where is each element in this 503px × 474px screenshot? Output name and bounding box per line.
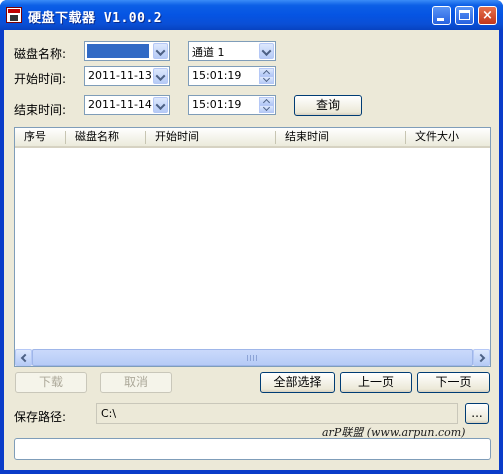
table-header: 序号 磁盘名称 开始时间 结束时间 文件大小 <box>15 128 490 148</box>
end-time-value: 15:01:19 <box>192 98 242 111</box>
browse-button[interactable]: ... <box>465 403 489 424</box>
spin-buttons <box>259 68 274 84</box>
column-separator <box>405 131 406 144</box>
scroll-right-icon[interactable] <box>473 349 490 366</box>
chevron-down-icon[interactable] <box>153 97 168 113</box>
query-button[interactable]: 查询 <box>294 95 362 116</box>
maximize-button[interactable] <box>455 6 474 25</box>
start-time-value: 15:01:19 <box>192 69 242 82</box>
watermark-text: arP联盟 (www.arpun.com) <box>322 426 466 439</box>
spin-down-icon[interactable] <box>259 105 274 113</box>
end-time-label: 结束时间: <box>14 103 67 117</box>
spin-buttons <box>259 97 274 113</box>
column-header-disk-name[interactable]: 磁盘名称 <box>75 128 145 146</box>
scrollbar-thumb[interactable] <box>32 349 473 366</box>
download-button[interactable]: 下载 <box>15 372 87 393</box>
end-date-value: 2011-11-14 <box>88 98 152 111</box>
select-all-button[interactable]: 全部选择 <box>260 372 335 393</box>
chevron-down-icon[interactable] <box>153 68 168 84</box>
status-bar <box>14 438 491 460</box>
app-icon <box>6 7 22 23</box>
column-header-index[interactable]: 序号 <box>24 128 64 146</box>
chevron-down-icon[interactable] <box>259 43 274 59</box>
next-page-button[interactable]: 下一页 <box>417 372 490 393</box>
start-time-label: 开始时间: <box>14 72 67 86</box>
prev-page-button[interactable]: 上一页 <box>340 372 412 393</box>
scroll-left-icon[interactable] <box>15 349 32 366</box>
close-button[interactable]: × <box>478 6 497 25</box>
title-bar[interactable]: 硬盘下载器 V1.00.2 × <box>0 0 503 30</box>
client-area: 磁盘名称: 通道 1 开始时间: 2011-11-13 15:01:19 结束时… <box>4 30 499 470</box>
save-path-value: C:\ <box>101 407 117 420</box>
disk-name-value <box>87 44 149 58</box>
end-time-spinner[interactable]: 15:01:19 <box>188 95 276 115</box>
column-separator <box>65 131 66 144</box>
column-separator <box>275 131 276 144</box>
chevron-down-icon[interactable] <box>153 43 168 59</box>
column-header-file-size[interactable]: 文件大小 <box>415 128 485 146</box>
channel-value: 通道 1 <box>192 46 225 59</box>
save-path-field[interactable]: C:\ <box>96 403 458 424</box>
spin-down-icon[interactable] <box>259 76 274 84</box>
grip-icon <box>247 355 257 361</box>
results-table[interactable]: 序号 磁盘名称 开始时间 结束时间 文件大小 <box>14 127 491 367</box>
minimize-button[interactable] <box>432 6 451 25</box>
column-header-end-time[interactable]: 结束时间 <box>285 128 395 146</box>
start-date-value: 2011-11-13 <box>88 69 152 82</box>
horizontal-scrollbar[interactable] <box>15 349 490 366</box>
end-date-picker[interactable]: 2011-11-14 <box>84 95 170 115</box>
column-header-start-time[interactable]: 开始时间 <box>155 128 265 146</box>
close-icon: × <box>482 8 493 23</box>
channel-select[interactable]: 通道 1 <box>188 41 276 61</box>
maximize-icon <box>459 10 470 20</box>
disk-name-select[interactable] <box>84 41 170 61</box>
start-time-spinner[interactable]: 15:01:19 <box>188 66 276 86</box>
window-title: 硬盘下载器 V1.00.2 <box>28 11 163 26</box>
disk-name-label: 磁盘名称: <box>14 47 67 61</box>
cancel-button[interactable]: 取消 <box>100 372 172 393</box>
app-window: 硬盘下载器 V1.00.2 × 磁盘名称: 通道 1 开始时间: 2011-11… <box>0 0 503 474</box>
save-path-label: 保存路径: <box>14 410 67 424</box>
start-date-picker[interactable]: 2011-11-13 <box>84 66 170 86</box>
column-separator <box>145 131 146 144</box>
minimize-icon <box>437 18 444 21</box>
